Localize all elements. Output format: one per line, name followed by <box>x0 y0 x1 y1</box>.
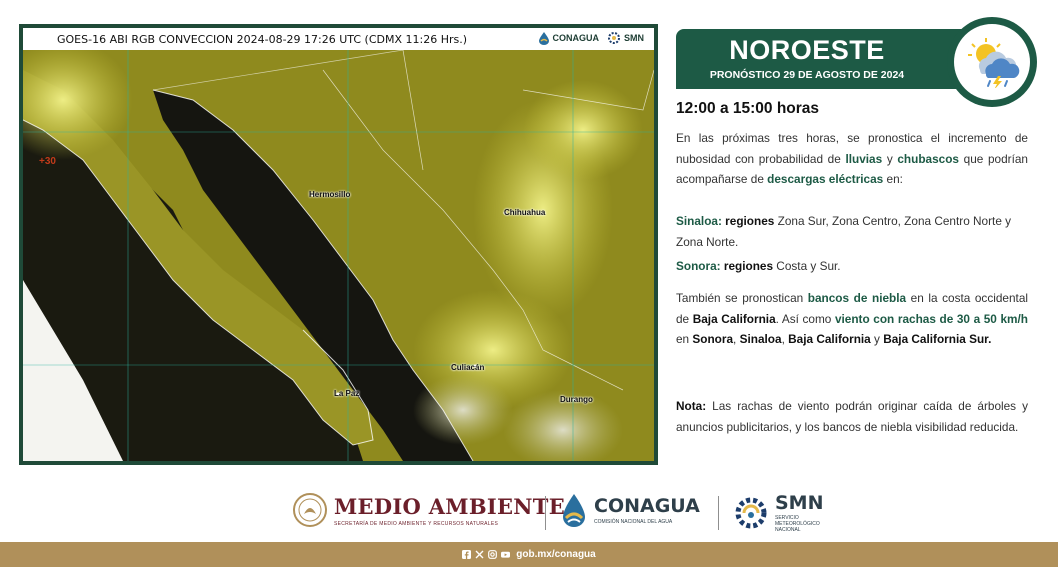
youtube-icon[interactable] <box>501 550 511 559</box>
latitude-label: +30 <box>39 156 56 167</box>
time-range-heading: 12:00 a 15:00 horas <box>676 100 820 117</box>
city-label-durango: Durango <box>560 395 593 404</box>
keyword-viento: viento con rachas de 30 a 50 km/h <box>834 311 1028 326</box>
drop-logo-icon <box>538 32 549 45</box>
conagua-drop-icon <box>563 494 585 527</box>
smn-name: SMN <box>775 492 824 514</box>
state-sonora: Sonora: <box>676 259 721 273</box>
footer-bar: gob.mx/conagua <box>0 542 1058 567</box>
satellite-smn-text: SMN <box>624 33 644 43</box>
sun-cloud-rain-lightning-icon <box>968 38 1020 88</box>
satellite-conagua-text: CONAGUA <box>552 33 600 43</box>
note-label: Nota: <box>676 399 707 413</box>
instagram-icon[interactable] <box>488 550 498 559</box>
eagle-seal-icon <box>293 493 327 527</box>
keyword-lluvias: lluvias <box>845 151 883 166</box>
smn-gear-logo-icon <box>735 497 767 528</box>
smn-logo: SMN SERVICIO METEOROLÓGICO NACIONAL <box>733 492 824 533</box>
satellite-header-logos: CONAGUA SMN <box>538 31 644 45</box>
smn-gear-icon <box>608 32 620 44</box>
conagua-subtitle: COMISIÓN NACIONAL DEL AGUA <box>594 519 673 525</box>
footer-url[interactable]: gob.mx/conagua <box>516 549 595 560</box>
conagua-logo: CONAGUA COMISIÓN NACIONAL DEL AGUA <box>560 492 700 528</box>
conagua-name: CONAGUA <box>594 495 700 517</box>
city-label-culiacan: Culiacán <box>451 363 485 372</box>
x-icon[interactable] <box>475 550 484 559</box>
satellite-smn-logo: SMN <box>607 31 644 45</box>
social-icons <box>462 550 511 559</box>
satellite-panel: GOES-16 ABI RGB CONVECCION 2024-08-29 17… <box>19 24 658 465</box>
medio-ambiente-subtitle: SECRETARÍA DE MEDIO AMBIENTE Y RECURSOS … <box>334 520 499 527</box>
forecast-intro: En las próximas tres horas, se pronostic… <box>676 131 1028 186</box>
city-label-la-paz: La Paz <box>334 389 360 398</box>
medio-ambiente-name: MEDIO AMBIENTE <box>334 493 566 519</box>
keyword-descargas: descargas eléctricas <box>767 172 884 186</box>
city-label-hermosillo: Hermosillo <box>309 190 351 199</box>
sinaloa-regions: Sinaloa: regiones Zona Sur, Zona Centro,… <box>676 214 1012 249</box>
satellite-conagua-logo: CONAGUA <box>538 31 600 45</box>
satellite-title: GOES-16 ABI RGB CONVECCION 2024-08-29 17… <box>57 32 468 46</box>
forecast-date: PRONÓSTICO 29 DE AGOSTO DE 2024 <box>709 69 905 81</box>
sonora-regions: Sonora: regiones Costa y Sur. <box>676 259 841 273</box>
state-sinaloa: Sinaloa: <box>676 214 722 228</box>
logo-divider <box>545 496 546 530</box>
medio-ambiente-logo: MEDIO AMBIENTE SECRETARÍA DE MEDIO AMBIE… <box>292 492 565 528</box>
keyword-niebla: bancos de niebla <box>807 291 907 305</box>
fog-wind-paragraph: También se pronostican bancos de niebla … <box>676 291 1028 346</box>
smn-subtitle: SERVICIO METEOROLÓGICO NACIONAL <box>775 515 820 533</box>
logo-divider <box>718 496 719 530</box>
institutional-logos: MEDIO AMBIENTE SECRETARÍA DE MEDIO AMBIE… <box>0 480 1058 542</box>
region-banner: NOROESTE PRONÓSTICO 29 DE AGOSTO DE 2024 <box>676 29 976 89</box>
satellite-header: GOES-16 ABI RGB CONVECCION 2024-08-29 17… <box>23 28 654 50</box>
weather-badge <box>947 17 1037 107</box>
keyword-chubascos: chubascos <box>897 151 959 166</box>
region-title: NOROESTE <box>729 35 885 65</box>
city-label-chihuahua: Chihuahua <box>504 208 546 217</box>
facebook-icon[interactable] <box>462 550 472 559</box>
note-paragraph: Nota: Las rachas de viento podrán origin… <box>676 399 1028 434</box>
satellite-image: +30 Hermosillo Chihuahua Culiacán La Paz… <box>23 50 654 461</box>
